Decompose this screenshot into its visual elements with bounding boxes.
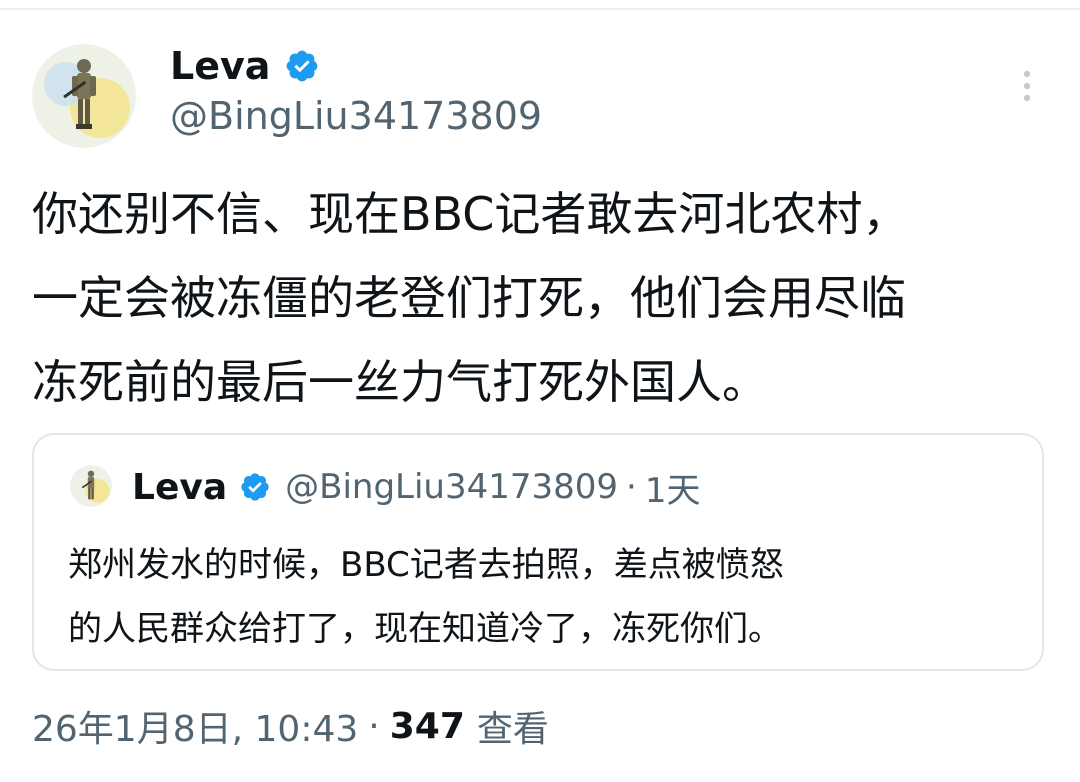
- quoted-tweet[interactable]: Leva @BingLiu34173809 · 1天 郑州发水的时候，BBC记者…: [32, 433, 1044, 671]
- author-name-row: Leva: [170, 40, 320, 92]
- quoted-separator: ·: [626, 467, 637, 507]
- top-divider: [0, 8, 1080, 10]
- verified-badge-icon: [239, 471, 271, 503]
- view-count-label: 查看: [476, 709, 549, 750]
- meta-separator: ·: [368, 705, 380, 747]
- author-avatar[interactable]: [32, 44, 136, 148]
- quoted-display-name[interactable]: Leva: [132, 467, 227, 508]
- quoted-text: 郑州发水的时候，BBC记者去拍照，差点被愤怒 的人民群众给打了，现在知道冷了，冻…: [68, 545, 784, 649]
- quoted-timestamp[interactable]: 1天: [645, 463, 701, 512]
- soldier-avatar-icon: [32, 44, 136, 148]
- soldier-avatar-icon: [70, 465, 112, 507]
- author-display-name[interactable]: Leva: [170, 44, 270, 88]
- tweet-meta: 26年1月8日, 10:43 · 347 查看: [32, 700, 549, 752]
- tweet-timestamp[interactable]: 26年1月8日, 10:43: [32, 700, 358, 752]
- more-vertical-icon[interactable]: [1012, 66, 1042, 106]
- view-count: 347: [389, 705, 465, 747]
- quoted-header: Leva @BingLiu34173809 · 1天: [132, 461, 700, 513]
- quoted-handle[interactable]: @BingLiu34173809: [285, 467, 618, 507]
- tweet-text: 你还别不信、现在BBC记者敢去河北农村， 一定会被冻僵的老登们打死，他们会用尽临…: [32, 187, 909, 409]
- quoted-author-avatar[interactable]: [70, 465, 112, 507]
- verified-badge-icon: [284, 48, 320, 84]
- author-handle[interactable]: @BingLiu34173809: [170, 94, 542, 138]
